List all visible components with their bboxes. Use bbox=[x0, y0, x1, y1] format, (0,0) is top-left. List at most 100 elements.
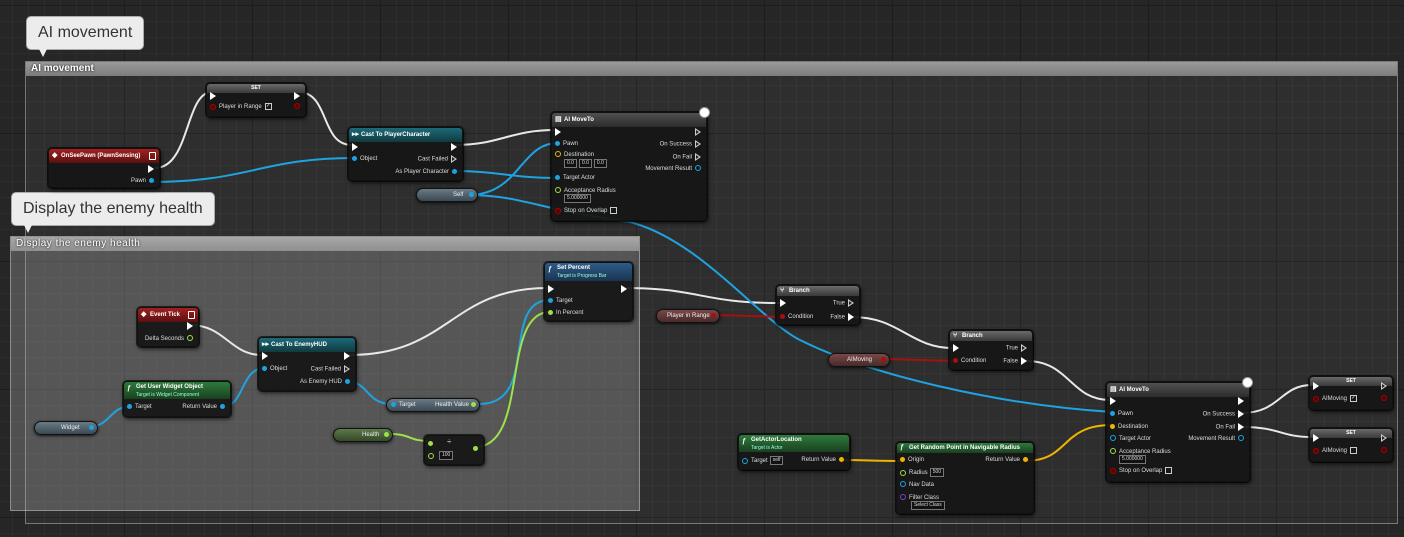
comment-header[interactable]: AI movement bbox=[26, 62, 1397, 76]
true-pin[interactable]: True bbox=[1006, 344, 1030, 353]
aimoving-pin[interactable]: AIMoving bbox=[1310, 447, 1358, 455]
node-set-player-in-range[interactable]: SET Player in Range ✓ bbox=[206, 83, 306, 117]
object-pin[interactable]: Object bbox=[259, 365, 287, 373]
target-self-field[interactable]: self bbox=[769, 456, 784, 465]
as-player-character-pin[interactable]: As Player Character bbox=[395, 168, 460, 176]
false-pin[interactable]: False bbox=[830, 313, 857, 322]
node-title[interactable]: ▸▸ Cast To EnemyHUD bbox=[259, 338, 355, 352]
filter-class-dropdown[interactable]: Select Class bbox=[909, 501, 945, 510]
node-get-random-point[interactable]: ƒ Get Random Point in Navigable Radius Or… bbox=[896, 442, 1034, 514]
on-fail-pin[interactable]: On Fail bbox=[1216, 423, 1247, 432]
node-set-aimoving-true[interactable]: SET AIMoving ✓ bbox=[1309, 376, 1393, 410]
stop-on-overlap-pin[interactable]: Stop on Overlap bbox=[552, 207, 618, 215]
exec-in-pin[interactable] bbox=[950, 344, 962, 353]
bool-out-pin[interactable] bbox=[291, 103, 303, 111]
on-fail-pin[interactable]: On Fail bbox=[673, 153, 704, 162]
radius-pin[interactable]: Radius 500 bbox=[897, 468, 945, 477]
exec-out-pin[interactable] bbox=[1378, 382, 1390, 391]
pawn-pin[interactable]: Pawn bbox=[1107, 410, 1133, 418]
b-pin[interactable]: 100 bbox=[425, 451, 454, 460]
destination-xyz[interactable]: 0.0 0.0 0.0 bbox=[562, 159, 607, 168]
cast-failed-pin[interactable]: Cast Failed bbox=[311, 365, 353, 374]
exec-out-pin[interactable] bbox=[1235, 397, 1247, 406]
condition-pin[interactable]: Condition bbox=[777, 313, 813, 321]
node-title[interactable]: ƒ GetActorLocation Target is Actor bbox=[739, 435, 849, 452]
a-pin[interactable] bbox=[425, 440, 436, 448]
on-success-pin[interactable]: On Success bbox=[1203, 410, 1247, 419]
exec-in-pin[interactable] bbox=[1310, 382, 1322, 391]
b-value-field[interactable]: 100 bbox=[439, 451, 454, 460]
node-divide[interactable]: ÷ 100 bbox=[424, 435, 484, 465]
node-cast-to-enemy-hud[interactable]: ▸▸ Cast To EnemyHUD Object Cast Failed As… bbox=[258, 337, 356, 391]
object-pin[interactable]: Object bbox=[349, 155, 377, 163]
dest-y-field[interactable]: 0.0 bbox=[578, 159, 592, 168]
target-actor-pin[interactable]: Target Actor bbox=[1107, 435, 1151, 443]
node-cast-to-player-character[interactable]: ▸▸ Cast To PlayerCharacter Object Cast Fa… bbox=[348, 127, 463, 181]
bool-out-pin[interactable] bbox=[1378, 395, 1390, 403]
checkbox-unchecked[interactable] bbox=[1165, 467, 1173, 474]
checkbox-unchecked[interactable] bbox=[1350, 447, 1358, 454]
comment-header[interactable]: Display the enemy health bbox=[11, 237, 639, 251]
node-event-tick[interactable]: ◆ Event Tick Delta Seconds bbox=[137, 307, 199, 347]
destination-pin[interactable]: Destination bbox=[552, 151, 594, 159]
stop-on-overlap-pin[interactable]: Stop on Overlap bbox=[1107, 467, 1173, 475]
checkbox-checked[interactable]: ✓ bbox=[1350, 395, 1358, 402]
bool-out-pin[interactable] bbox=[1378, 447, 1390, 455]
acceptance-radius-value[interactable]: 5.000000 bbox=[562, 194, 591, 203]
delegate-pin-icon[interactable] bbox=[188, 311, 195, 319]
nav-data-pin[interactable]: Nav Data bbox=[897, 481, 934, 489]
result-pin[interactable] bbox=[470, 445, 481, 453]
exec-in-pin[interactable] bbox=[349, 143, 361, 152]
exec-out-pin[interactable] bbox=[341, 352, 353, 361]
node-title[interactable]: ƒ Get Random Point in Navigable Radius bbox=[897, 443, 1033, 453]
false-pin[interactable]: False bbox=[1003, 357, 1030, 366]
var-widget[interactable]: Widget bbox=[34, 421, 98, 435]
exec-out-pin[interactable] bbox=[448, 143, 460, 152]
exec-out-pin[interactable] bbox=[618, 285, 630, 294]
exec-in-pin[interactable] bbox=[777, 299, 789, 308]
radius-field[interactable]: 500 bbox=[929, 468, 945, 477]
exec-in-pin[interactable] bbox=[1107, 397, 1119, 406]
pawn-output-pin[interactable]: Pawn bbox=[131, 177, 157, 185]
node-get-actor-location[interactable]: ƒ GetActorLocation Target is Actor Target s… bbox=[738, 434, 850, 470]
delta-seconds-pin[interactable]: Delta Seconds bbox=[145, 335, 196, 343]
true-pin[interactable]: True bbox=[833, 299, 857, 308]
condition-pin[interactable]: Condition bbox=[950, 357, 986, 365]
target-pin[interactable]: Target bbox=[124, 403, 152, 411]
dest-z-field[interactable]: 0.0 bbox=[593, 159, 607, 168]
target-pin[interactable]: Target self bbox=[739, 456, 784, 465]
dest-x-field[interactable]: 0.0 bbox=[564, 159, 577, 168]
exec-out-pin[interactable] bbox=[291, 92, 303, 101]
acceptance-radius-value[interactable]: 5.000000 bbox=[1117, 455, 1146, 464]
node-set-aimoving-false[interactable]: SET AIMoving bbox=[1309, 428, 1393, 462]
pawn-pin[interactable]: Pawn bbox=[552, 140, 578, 148]
node-branch-2[interactable]: ⑂ Branch True Condition False bbox=[949, 330, 1033, 370]
exec-out-pin[interactable] bbox=[692, 128, 704, 137]
exec-in-pin[interactable] bbox=[259, 352, 271, 361]
node-on-see-pawn[interactable]: ◆ OnSeePawn (PawnSensing) Pawn bbox=[48, 148, 160, 188]
var-player-in-range[interactable]: Player in Range bbox=[656, 309, 720, 323]
node-ai-move-to-2[interactable]: ▤ AI MoveTo Pawn On Success Destination O… bbox=[1106, 382, 1250, 482]
delegate-pin-icon[interactable] bbox=[149, 152, 156, 160]
var-self[interactable]: Self bbox=[416, 188, 478, 202]
checkbox-checked[interactable]: ✓ bbox=[264, 103, 272, 110]
exec-out-pin[interactable] bbox=[184, 322, 196, 331]
node-title[interactable]: ◆ Event Tick bbox=[138, 308, 198, 322]
node-title[interactable]: ▤ AI MoveTo bbox=[552, 113, 706, 127]
on-success-pin[interactable]: On Success bbox=[660, 140, 704, 149]
player-in-range-pin[interactable]: Player in Range ✓ bbox=[207, 103, 272, 111]
node-title[interactable]: ƒ Get User Widget Object Target is Widget … bbox=[124, 382, 230, 399]
aimoving-pin[interactable]: AIMoving ✓ bbox=[1310, 395, 1358, 403]
exec-out-pin[interactable] bbox=[145, 165, 157, 174]
node-get-user-widget-object[interactable]: ƒ Get User Widget Object Target is Widget … bbox=[123, 381, 231, 417]
movement-result-pin[interactable]: Movement Result bbox=[1188, 435, 1247, 443]
target-actor-pin[interactable]: Target Actor bbox=[552, 174, 595, 182]
origin-pin[interactable]: Origin bbox=[897, 456, 924, 464]
exec-in-pin[interactable] bbox=[207, 92, 219, 101]
return-value-pin[interactable]: Return Value bbox=[182, 403, 228, 411]
node-set-percent[interactable]: ƒ Set Percent Target is Progress Bar Targe… bbox=[544, 262, 633, 321]
in-percent-pin[interactable]: In Percent bbox=[545, 309, 583, 317]
node-title[interactable]: ▸▸ Cast To PlayerCharacter bbox=[349, 128, 462, 142]
node-branch-1[interactable]: ⑂ Branch True Condition False bbox=[776, 285, 860, 325]
comment-bubble-enemy-health[interactable]: Display the enemy health bbox=[11, 192, 215, 233]
